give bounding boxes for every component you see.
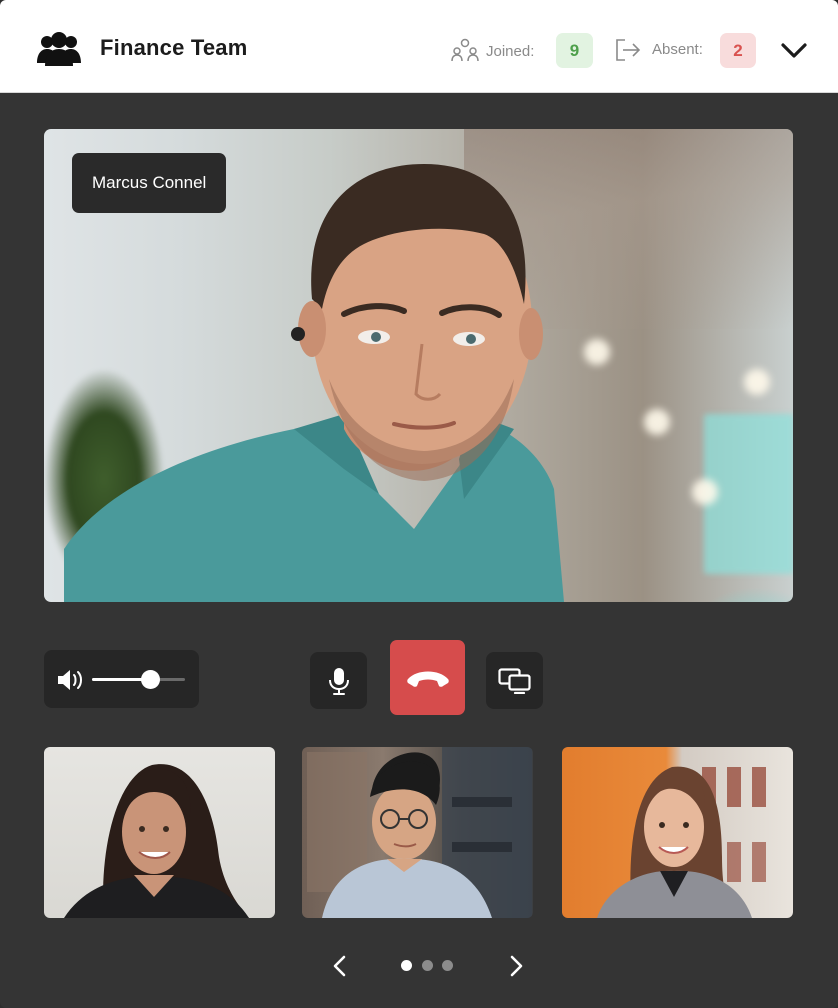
joined-label: Joined: [486,43,535,60]
phone-hangup-icon [406,671,449,687]
joined-count-badge: 9 [556,33,593,68]
participant-thumbnail[interactable] [562,747,793,918]
participant-thumbnail[interactable] [302,747,533,918]
absent-count-badge: 2 [720,33,756,68]
chevron-left-icon[interactable] [330,955,350,977]
speaker-icon[interactable] [57,669,85,691]
volume-slider-thumb[interactable] [141,670,160,689]
participant-photo [64,764,249,918]
microphone-icon [328,667,349,695]
participants-icon [451,38,479,62]
hangup-button[interactable] [390,640,465,715]
team-title: Finance Team [100,35,248,60]
absent-label: Absent: [652,41,703,58]
screen-share-icon [497,667,531,694]
video-call-window: Finance Team Joined: 9 Absent: 2 Marcus … [0,0,838,1008]
exit-icon [616,39,641,61]
page-dot[interactable] [442,960,453,971]
page-dot-active[interactable] [401,960,412,971]
participant-photo [597,766,766,918]
page-dot[interactable] [422,960,433,971]
chevron-down-icon[interactable] [779,38,809,62]
screen-share-button[interactable] [486,652,543,709]
mute-button[interactable] [310,652,367,709]
call-header: Finance Team Joined: 9 Absent: 2 [0,0,838,93]
participant-thumbnail[interactable] [44,747,275,918]
chevron-right-icon[interactable] [506,955,526,977]
main-speaker-video[interactable]: Marcus Connel [44,129,793,602]
participant-photo [307,747,532,918]
users-group-icon [37,32,81,66]
volume-control [44,650,199,708]
speaker-name-tag: Marcus Connel [72,153,227,213]
